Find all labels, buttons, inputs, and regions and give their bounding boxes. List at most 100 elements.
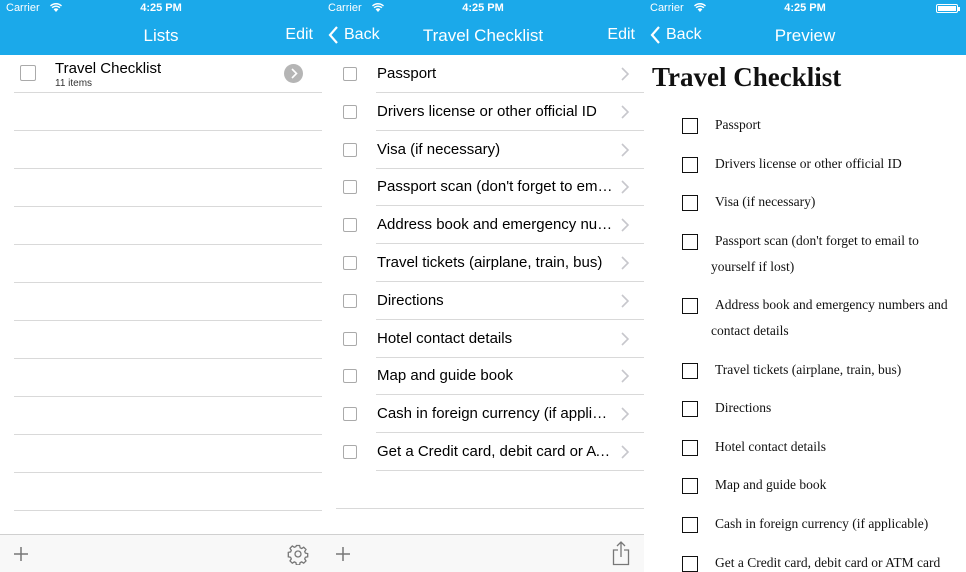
chevron-right-icon [621,143,630,157]
checklist-row[interactable]: Visa (if necessary) [322,131,644,169]
empty-row [14,321,322,359]
item-checkbox[interactable] [343,180,357,195]
empty-row [322,471,644,509]
item-checkbox[interactable] [343,256,357,270]
item-label: Hotel contact details [377,329,513,347]
item-label: Get a Credit card, debit card or ATM car… [377,443,613,460]
back-button[interactable]: Back [328,26,380,44]
status-time: 4:25 PM [784,2,826,14]
item-label: Cash in foreign currency (if applicable) [377,405,613,423]
empty-row [14,169,322,207]
row-checkbox[interactable] [20,65,36,81]
chevron-right-icon [621,294,630,308]
preview-item-text: Cash in foreign currency (if applicable) [715,516,929,531]
preview-item-text: Travel tickets (airplane, train, bus) [715,361,902,377]
detail-disclosure-button[interactable] [284,64,303,83]
item-label: Drivers license or other official ID [377,102,597,120]
preview-screen: Carrier 4:25 PM Preview Back Travel Chec… [644,0,966,572]
gear-icon[interactable] [287,543,309,565]
preview-checkbox [682,233,698,250]
chevron-right-icon [621,369,630,383]
empty-row [14,245,322,283]
item-checkbox[interactable] [343,104,357,119]
item-checkbox[interactable] [343,67,357,81]
item-checkbox[interactable] [343,142,357,157]
preview-item-text: Get a Credit card, debit card or ATM car… [715,554,941,570]
share-icon[interactable] [612,541,630,566]
item-label: Address book and emergency numbers and c… [377,216,613,234]
back-button[interactable]: Back [650,26,702,44]
plus-icon[interactable] [335,546,351,562]
preview-item: Get a Credit card, debit card or ATM car… [644,550,966,572]
preview-item-text: Passport scan (don't forget to email to [715,232,919,248]
preview-item-text: Drivers license or other official ID [715,155,902,171]
checklist-row[interactable]: Passport [322,55,644,93]
preview-heading: Travel Checklist [652,62,842,92]
nav-bar: Carrier 4:25 PM Travel Checklist Back Ed… [322,0,644,55]
toolbar [0,534,322,572]
empty-row [14,283,322,321]
empty-row [14,435,322,473]
status-bar: Carrier 4:25 PM [322,2,644,16]
preview-item-text: Address book and emergency numbers and [715,297,948,313]
item-checkbox[interactable] [343,407,357,422]
chevron-right-icon [621,445,630,459]
checklist-row[interactable]: Address book and emergency numbers and c… [322,206,644,245]
chevron-right-icon [621,332,630,346]
item-label: Passport scan (don't forget to email to … [377,178,613,196]
back-label: Back [344,26,380,43]
lists-screen: Carrier 4:25 PM Lists Edit Travel Checkl… [0,0,322,572]
item-count: 11 items [55,78,93,89]
preview-item-text: Map and guide book [715,477,827,493]
preview-checkbox [682,555,698,572]
empty-row [14,397,322,435]
edit-button[interactable]: Edit [607,26,635,44]
item-checkbox[interactable] [343,331,357,346]
chevron-right-icon [291,68,298,79]
item-checkbox[interactable] [343,445,357,459]
preview-checkbox [682,118,698,134]
checklist-row[interactable]: Hotel contact details [322,320,644,358]
nav-bar: Carrier 4:25 PM Preview Back [644,0,966,55]
edit-button[interactable]: Edit [285,26,313,44]
item-checkbox[interactable] [343,369,357,384]
item-checkbox[interactable] [343,293,357,308]
item-checkbox[interactable] [343,218,357,233]
empty-row [14,207,322,245]
preview-item: Map and guide book [644,472,966,510]
preview-item-text: Hotel contact details [715,438,826,454]
preview-item-text: Directions [715,400,772,416]
chevron-right-icon [621,218,630,232]
preview-item: Passport scan (don't forget to email to y… [644,228,966,292]
plus-icon[interactable] [13,546,29,562]
page-title: Lists [143,26,179,45]
empty-row [14,359,322,397]
preview-item-text: Visa (if necessary) [715,194,816,210]
preview-checkbox [682,362,698,379]
checklist-screen: Carrier 4:25 PM Travel Checklist Back Ed… [322,0,644,572]
preview-item: Directions [644,395,966,433]
checklist-row[interactable]: Cash in foreign currency (if applicable) [322,395,644,434]
preview-item: Travel tickets (airplane, train, bus) [644,357,966,395]
empty-row [14,131,322,169]
status-bar: Carrier 4:25 PM [0,2,322,16]
list-row[interactable]: Travel Checklist 11 items [14,55,322,93]
toolbar [322,534,644,572]
item-label: Map and guide book [377,367,513,385]
preview-item-text-cont: yourself if lost) [711,258,795,274]
checklist-row[interactable]: Directions [322,282,644,320]
checklist-row[interactable]: Map and guide book [322,357,644,396]
checklist-row[interactable]: Travel tickets (airplane, train, bus) [322,244,644,282]
item-label: Directions [377,291,444,309]
preview-item-text-cont: contact details [711,323,789,339]
row-separator [336,507,644,509]
chevron-right-icon [621,256,630,270]
status-time: 4:25 PM [140,2,182,14]
checklist-row[interactable]: Get a Credit card, debit card or ATM car… [322,433,644,471]
back-label: Back [666,26,702,43]
checklist-row[interactable]: Drivers license or other official ID [322,93,644,131]
chevron-left-icon [650,26,660,44]
preview-checkbox [682,401,698,418]
preview-item: Visa (if necessary) [644,189,966,227]
checklist-row[interactable]: Passport scan (don't forget to email to … [322,168,644,207]
